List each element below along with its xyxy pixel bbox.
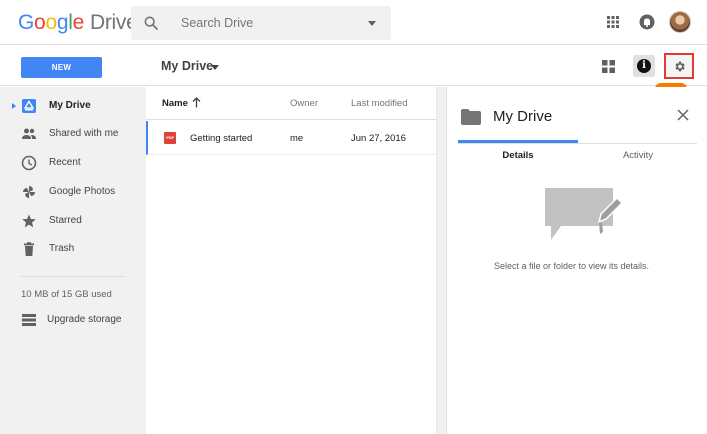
search-icon xyxy=(144,16,158,30)
details-panel: My Drive Details Activity Select a file … xyxy=(446,87,707,434)
sidebar-item-shared-with-me[interactable]: Shared with me xyxy=(0,120,146,148)
tab-details[interactable]: Details xyxy=(458,144,578,168)
toolbar: NEW My Drive i xyxy=(0,46,707,86)
search-input[interactable]: Search Drive xyxy=(131,6,391,40)
file-last-modified: Jun 27, 2016 xyxy=(351,133,406,144)
sidebar-item-label: Google Photos xyxy=(49,186,116,197)
sidebar-divider xyxy=(21,276,125,277)
upgrade-storage-label: Upgrade storage xyxy=(47,314,122,325)
sort-ascending-icon[interactable] xyxy=(192,97,201,108)
gear-icon xyxy=(675,61,685,72)
details-panel-title: My Drive xyxy=(493,108,553,125)
star-icon xyxy=(22,214,36,228)
empty-details-message: Select a file or folder to view its deta… xyxy=(493,261,650,271)
view-details-button[interactable]: i xyxy=(633,55,655,77)
breadcrumb[interactable]: My Drive xyxy=(161,59,213,73)
search-options-icon[interactable] xyxy=(368,21,376,26)
sidebar-item-trash[interactable]: Trash xyxy=(0,235,146,263)
upgrade-storage-link[interactable]: Upgrade storage xyxy=(0,309,146,331)
sidebar-item-starred[interactable]: Starred xyxy=(0,207,146,235)
pinwheel-icon xyxy=(23,186,35,198)
people-icon xyxy=(22,128,36,139)
sidebar-item-google-photos[interactable]: Google Photos xyxy=(0,178,146,206)
active-indicator xyxy=(12,103,16,109)
avatar[interactable] xyxy=(669,11,691,33)
file-name: Getting started xyxy=(190,133,253,144)
close-icon[interactable] xyxy=(677,109,689,121)
sidebar-item-label: Trash xyxy=(49,243,75,254)
google-drive-logo[interactable]: Google Drive xyxy=(18,11,138,35)
file-list-header: Name Owner Last modified xyxy=(146,87,436,120)
table-row[interactable]: PDF Getting started me Jun 27, 2016 xyxy=(146,121,436,155)
sidebar-item-label: Starred xyxy=(49,215,82,226)
column-modified-header[interactable]: Last modified xyxy=(351,98,408,109)
active-tab-indicator xyxy=(458,140,578,143)
sidebar-item-recent[interactable]: Recent xyxy=(0,149,146,177)
column-name-header[interactable]: Name xyxy=(162,98,188,109)
drive-icon xyxy=(22,99,36,113)
notifications-icon[interactable] xyxy=(639,14,655,31)
pdf-file-icon: PDF xyxy=(164,132,176,144)
sidebar-item-label: Recent xyxy=(49,157,81,168)
sidebar: My Drive Shared with me Recent Google Ph… xyxy=(0,87,146,434)
sidebar-item-my-drive[interactable]: My Drive xyxy=(0,92,146,120)
breadcrumb-dropdown-icon[interactable] xyxy=(211,65,219,70)
clock-icon xyxy=(21,155,37,171)
top-bar: Google Drive Search Drive xyxy=(0,0,707,45)
info-icon: i xyxy=(637,59,651,73)
apps-grid-icon[interactable] xyxy=(607,16,619,28)
sidebar-item-label: Shared with me xyxy=(49,128,119,139)
tab-activity[interactable]: Activity xyxy=(578,144,698,168)
grid-view-icon[interactable] xyxy=(602,60,615,73)
trash-icon xyxy=(24,242,34,256)
file-list-scrollbar[interactable] xyxy=(436,87,446,434)
storage-icon xyxy=(22,314,36,326)
empty-details-illustration xyxy=(545,188,623,240)
folder-icon xyxy=(461,109,481,125)
search-placeholder: Search Drive xyxy=(181,16,254,30)
file-owner: me xyxy=(290,133,304,144)
settings-button[interactable] xyxy=(664,53,694,79)
storage-usage-text: 10 MB of 15 GB used xyxy=(21,289,112,300)
sidebar-item-label: My Drive xyxy=(49,100,91,111)
new-button[interactable]: NEW xyxy=(21,57,102,78)
column-owner-header[interactable]: Owner xyxy=(290,98,318,109)
